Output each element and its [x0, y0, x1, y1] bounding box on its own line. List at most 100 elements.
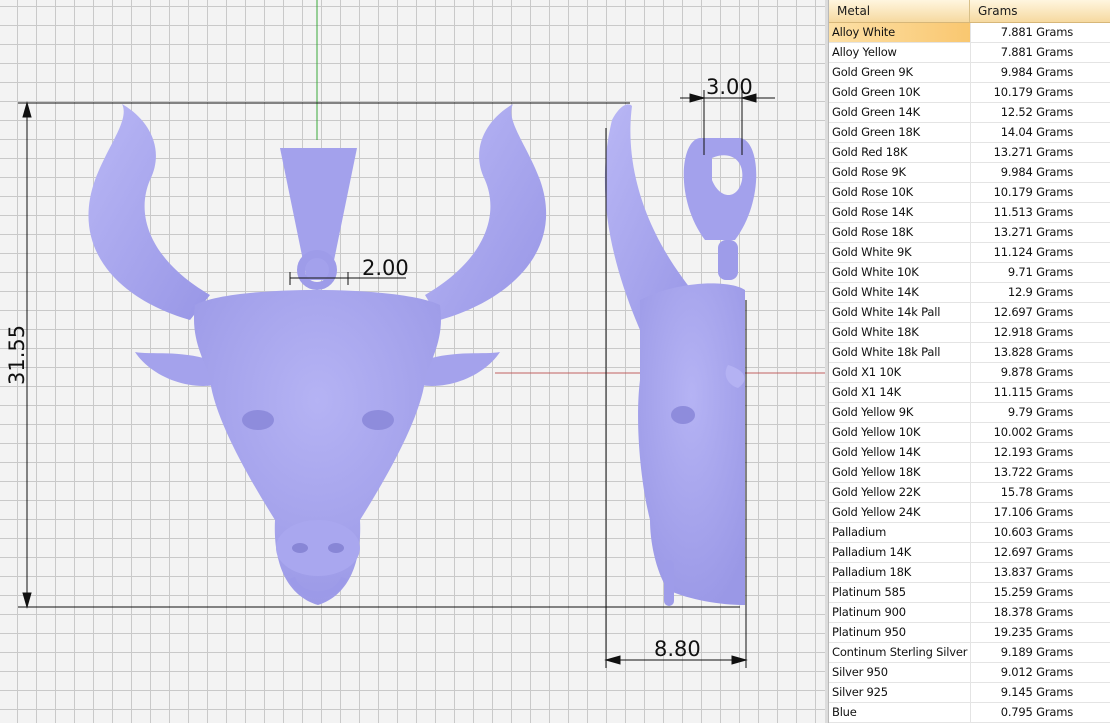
table-row[interactable]: Gold White 18K 12.918 Grams	[829, 323, 1110, 343]
grams-value-cell: 12.52 Grams	[1000, 105, 1073, 119]
grams-value-cell: 9.984 Grams	[1000, 165, 1073, 179]
metal-name-cell: Gold White 14k Pall	[829, 303, 972, 322]
bull-side-view[interactable]	[604, 104, 757, 606]
grams-value-cell: 13.722 Grams	[993, 465, 1074, 479]
table-row[interactable]: Palladium 10.603 Grams	[829, 523, 1110, 543]
table-row[interactable]: Gold Green 18K 14.04 Grams	[829, 123, 1110, 143]
grams-value-cell: 11.513 Grams	[993, 205, 1074, 219]
metal-name-cell: Gold Rose 10K	[829, 183, 972, 202]
grams-value-cell: 10.603 Grams	[993, 525, 1074, 539]
side-width-dimension-label: 8.80	[654, 637, 701, 661]
right-eye	[362, 410, 394, 430]
table-row[interactable]: Gold Green 14K 12.52 Grams	[829, 103, 1110, 123]
table-row[interactable]: Continum Sterling Silver 9.189 Grams	[829, 643, 1110, 663]
metal-weight-table: Alloy White 7.881 Grams Alloy Yellow 7.881 …	[829, 23, 1110, 723]
table-row[interactable]: Gold Yellow 22K 15.78 Grams	[829, 483, 1110, 503]
table-row[interactable]: Platinum 950 19.235 Grams	[829, 623, 1110, 643]
left-eye	[242, 410, 274, 430]
metal-name-cell: Gold Green 18K	[829, 123, 972, 142]
metal-name-cell: Platinum 950	[829, 623, 972, 642]
metal-name-cell: Gold Green 9K	[829, 63, 972, 82]
table-row[interactable]: Gold White 14K 12.9 Grams	[829, 283, 1110, 303]
table-row[interactable]: Platinum 585 15.259 Grams	[829, 583, 1110, 603]
table-row[interactable]: Gold Rose 9K 9.984 Grams	[829, 163, 1110, 183]
metal-name-cell: Gold Rose 9K	[829, 163, 972, 182]
table-row[interactable]: Gold Red 18K 13.271 Grams	[829, 143, 1110, 163]
grams-value-cell: 13.271 Grams	[993, 225, 1074, 239]
grams-value-cell: 9.878 Grams	[1000, 365, 1073, 379]
table-row[interactable]: Gold Yellow 24K 17.106 Grams	[829, 503, 1110, 523]
table-row[interactable]: Alloy Yellow 7.881 Grams	[829, 43, 1110, 63]
grams-value-cell: 18.378 Grams	[993, 605, 1074, 619]
table-row[interactable]: Gold X1 14K 11.115 Grams	[829, 383, 1110, 403]
table-row[interactable]: Gold White 10K 9.71 Grams	[829, 263, 1110, 283]
table-row[interactable]: Gold White 18k Pall 13.828 Grams	[829, 343, 1110, 363]
side-eye	[671, 406, 695, 424]
grams-value-cell: 13.837 Grams	[993, 565, 1074, 579]
metal-name-cell: Gold Yellow 10K	[829, 423, 972, 442]
table-row[interactable]: Gold Yellow 18K 13.722 Grams	[829, 463, 1110, 483]
table-row[interactable]: Gold Yellow 10K 10.002 Grams	[829, 423, 1110, 443]
height-dimension-label: 31.55	[5, 325, 29, 385]
table-row[interactable]: Gold Green 9K 9.984 Grams	[829, 63, 1110, 83]
metal-name-cell: Gold Yellow 9K	[829, 403, 972, 422]
table-row[interactable]: Gold Yellow 14K 12.193 Grams	[829, 443, 1110, 463]
grams-value-cell: 11.124 Grams	[993, 245, 1074, 259]
grams-column-header[interactable]: Grams	[970, 0, 1110, 22]
grams-value-cell: 12.9 Grams	[1007, 285, 1073, 299]
metal-name-cell: Continum Sterling Silver	[829, 643, 972, 662]
side-head	[638, 283, 745, 605]
table-row[interactable]: Gold Rose 18K 13.271 Grams	[829, 223, 1110, 243]
metal-name-cell: Gold X1 14K	[829, 383, 972, 402]
grams-value-cell: 9.984 Grams	[1000, 65, 1073, 79]
metal-name-cell: Gold Yellow 24K	[829, 503, 972, 522]
grams-value-cell: 12.918 Grams	[993, 325, 1074, 339]
metal-column-header[interactable]: Metal	[829, 0, 970, 22]
metal-name-cell: Platinum 900	[829, 603, 972, 622]
metal-name-cell: Gold Yellow 14K	[829, 443, 972, 462]
grams-value-cell: 12.193 Grams	[993, 445, 1074, 459]
metal-name-cell: Gold White 14K	[829, 283, 972, 302]
grams-value-cell: 13.271 Grams	[993, 145, 1074, 159]
left-nostril	[292, 543, 308, 553]
grams-value-cell: 10.002 Grams	[993, 425, 1074, 439]
table-row[interactable]: Platinum 900 18.378 Grams	[829, 603, 1110, 623]
grams-value-cell: 13.828 Grams	[993, 345, 1074, 359]
side-jump-ring	[718, 240, 738, 280]
grams-value-cell: 19.235 Grams	[993, 625, 1074, 639]
metal-name-cell: Silver 950	[829, 663, 972, 682]
metal-name-cell: Alloy Yellow	[829, 43, 972, 62]
table-row[interactable]: Silver 925 9.145 Grams	[829, 683, 1110, 703]
grams-value-cell: 9.79 Grams	[1007, 405, 1073, 419]
table-row[interactable]: Silver 950 9.012 Grams	[829, 663, 1110, 683]
metal-name-cell: Alloy White	[829, 23, 972, 42]
table-row[interactable]: Gold X1 10K 9.878 Grams	[829, 363, 1110, 383]
grams-value-cell: 9.145 Grams	[1000, 685, 1073, 699]
side-bail	[683, 138, 757, 240]
table-row[interactable]: Palladium 18K 13.837 Grams	[829, 563, 1110, 583]
table-row[interactable]: Gold White 9K 11.124 Grams	[829, 243, 1110, 263]
metal-name-cell: Gold Yellow 22K	[829, 483, 972, 502]
table-row[interactable]: Gold Rose 14K 11.513 Grams	[829, 203, 1110, 223]
metal-name-cell: Gold White 18k Pall	[829, 343, 972, 362]
table-row[interactable]: Blue 0.795 Grams	[829, 703, 1110, 723]
side-nose-ring	[664, 560, 674, 606]
table-row[interactable]: Palladium 14K 12.697 Grams	[829, 543, 1110, 563]
grams-value-cell: 7.881 Grams	[1000, 25, 1073, 39]
metal-name-cell: Gold X1 10K	[829, 363, 972, 382]
cad-viewport[interactable]: 31.55 8.80 3.00 2.00	[0, 0, 825, 723]
metal-name-cell: Palladium 14K	[829, 543, 972, 562]
table-row[interactable]: Gold Yellow 9K 9.79 Grams	[829, 403, 1110, 423]
metal-name-cell: Gold Green 14K	[829, 103, 972, 122]
muzzle	[276, 520, 360, 576]
table-row[interactable]: Gold White 14k Pall 12.697 Grams	[829, 303, 1110, 323]
metal-name-cell: Gold Rose 18K	[829, 223, 972, 242]
table-row[interactable]: Alloy White 7.881 Grams	[829, 23, 1110, 43]
table-row[interactable]: Gold Rose 10K 10.179 Grams	[829, 183, 1110, 203]
metal-name-cell: Gold Red 18K	[829, 143, 972, 162]
bull-front-view[interactable]	[88, 104, 547, 605]
table-row[interactable]: Gold Green 10K 10.179 Grams	[829, 83, 1110, 103]
grams-value-cell: 10.179 Grams	[993, 185, 1074, 199]
metal-name-cell: Platinum 585	[829, 583, 972, 602]
metal-name-cell: Gold White 18K	[829, 323, 972, 342]
